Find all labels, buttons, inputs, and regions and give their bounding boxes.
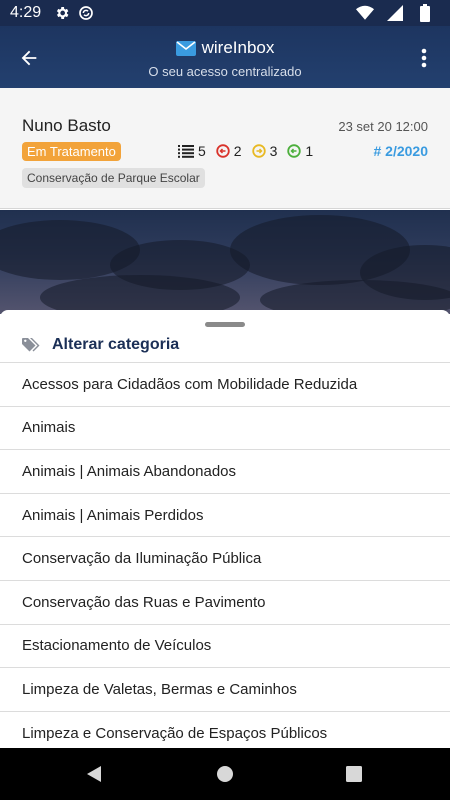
envelope-icon [175, 40, 196, 56]
list-icon [178, 144, 194, 158]
count-yellow-value: 3 [269, 143, 278, 159]
nav-recents-button[interactable] [342, 762, 366, 786]
yellow-arrow-circle-icon [251, 144, 266, 158]
count-red: 2 [216, 143, 242, 159]
category-item[interactable]: Limpeza de Valetas, Bermas e Caminhos [0, 667, 450, 711]
background-image [0, 210, 450, 314]
status-bar: 4:29 [0, 0, 450, 26]
app-title-block: wireInbox O seu acesso centralizado [0, 38, 450, 79]
more-vert-icon [421, 48, 427, 68]
ticket-card[interactable]: Nuno Basto 23 set 20 12:00 Em Tratamento… [0, 88, 450, 209]
nav-back-icon [87, 766, 101, 782]
nav-home-icon [217, 766, 233, 782]
nav-home-button[interactable] [213, 762, 237, 786]
drag-handle[interactable] [205, 322, 245, 327]
category-item[interactable]: Animais [0, 405, 450, 450]
sheet-title: Alterar categoria [52, 336, 180, 353]
signal-icon [386, 4, 404, 22]
app-title: wireInbox [201, 38, 275, 57]
tags-icon [22, 338, 40, 352]
sync-icon [77, 4, 95, 22]
category-item[interactable]: Conservação das Ruas e Pavimento [0, 579, 450, 624]
status-time: 4:29 [10, 4, 42, 21]
ticket-category-chip: Conservação de Parque Escolar [22, 168, 205, 188]
count-green: 1 [287, 143, 313, 159]
app-subtitle: O seu acesso centralizado [148, 63, 302, 79]
count-green-value: 1 [305, 143, 314, 159]
count-yellow: 3 [251, 143, 278, 159]
red-arrow-circle-icon [216, 144, 230, 158]
gear-icon [53, 4, 71, 22]
ticket-author: Nuno Basto [22, 116, 111, 135]
count-list: 5 [178, 143, 206, 159]
nav-recents-icon [346, 766, 362, 782]
sheet-header: Alterar categoria [22, 336, 179, 354]
wifi-icon [356, 4, 374, 22]
system-navigation-bar [0, 748, 450, 800]
status-badge: Em Tratamento [22, 142, 121, 161]
category-bottom-sheet: Alterar categoria Acessos para Cidadãos … [0, 310, 450, 748]
count-red-value: 2 [233, 143, 242, 159]
category-item[interactable]: Conservação da Iluminação Pública [0, 536, 450, 580]
green-arrow-circle-icon [287, 144, 302, 158]
count-list-value: 5 [198, 143, 206, 159]
category-item[interactable]: Acessos para Cidadãos com Mobilidade Red… [0, 362, 450, 406]
category-item[interactable]: Animais | Animais Abandonados [0, 449, 450, 493]
ticket-reference: # 2/2020 [373, 143, 429, 159]
category-item[interactable]: Animais | Animais Perdidos [0, 492, 450, 537]
category-item[interactable]: Limpeza e Conservação de Espaços Público… [0, 710, 450, 748]
app-bar: wireInbox O seu acesso centralizado [0, 26, 450, 88]
ticket-counts: 5 2 3 1 [178, 143, 323, 159]
ticket-date: 23 set 20 12:00 [338, 119, 428, 134]
category-item[interactable]: Estacionamento de Veículos [0, 623, 450, 668]
battery-icon [416, 4, 434, 22]
nav-back-button[interactable] [82, 762, 106, 786]
category-list: Acessos para Cidadãos com Mobilidade Red… [0, 362, 450, 748]
more-options-button[interactable] [412, 43, 436, 73]
